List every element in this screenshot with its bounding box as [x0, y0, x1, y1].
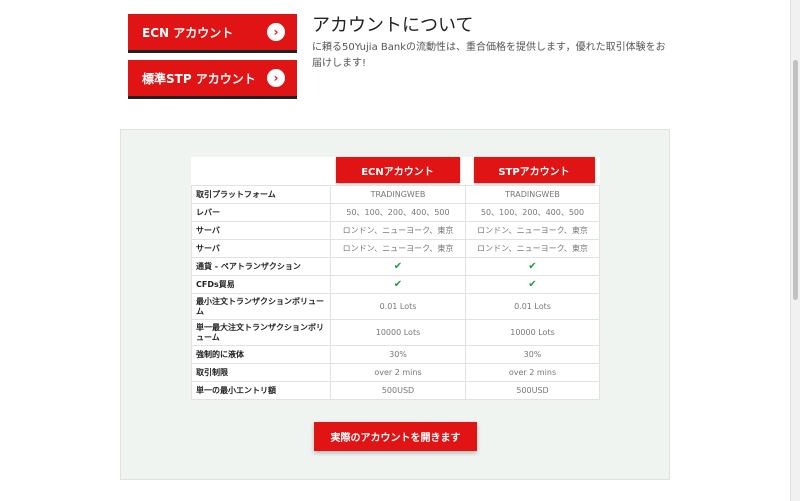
stp-column-header-button[interactable]: STPアカウント: [473, 157, 595, 183]
row-label: 単一最大注文トランザクションボリューム: [191, 319, 331, 346]
row-label: CFDs貿易: [191, 275, 331, 294]
table-row: サーバ ロンドン、ニューヨーク、東京 ロンドン、ニューヨーク、東京: [191, 239, 600, 258]
row-label: サーバ: [191, 221, 331, 240]
stp-value-cell: over 2 mins: [465, 363, 600, 382]
stp-account-label: 標準STP アカウント: [142, 71, 256, 86]
stp-value-cell: 50、100、200、400、500: [465, 203, 600, 222]
ecn-value-cell: ロンドン、ニューヨーク、東京: [330, 239, 466, 258]
ecn-value-cell: TRADINGWEB: [330, 185, 466, 204]
scrollbar-thumb[interactable]: [793, 60, 798, 300]
ecn-account-button[interactable]: ECN アカウント ›: [128, 14, 297, 50]
row-label: 取引プラットフォーム: [191, 185, 331, 204]
header-blank-cell: [192, 157, 331, 186]
ecn-value-cell: 30%: [330, 345, 466, 364]
stp-value-cell: 500USD: [465, 381, 600, 400]
header-cell: STPアカウント: [466, 157, 600, 186]
stp-value-cell: ロンドン、ニューヨーク、東京: [465, 239, 600, 258]
check-cell: ✔: [465, 257, 600, 276]
about-description: に頼る50Yujia Bankの流動性は、重合価格を提供します，優れた取引体験を…: [312, 42, 666, 69]
chevron-right-icon: ›: [267, 69, 285, 87]
checkmark-icon: ✔: [528, 261, 537, 272]
checkmark-icon: ✔: [528, 279, 537, 290]
page-scrollbar[interactable]: [790, 0, 800, 501]
ecn-column-header-button[interactable]: ECNアカウント: [335, 157, 460, 183]
ecn-value-cell: 500USD: [330, 381, 466, 400]
row-label: 単一の最小エントリ額: [191, 381, 331, 400]
table-row: 最小注文トランザクションボリューム 0.01 Lots 0.01 Lots: [191, 293, 600, 320]
header-cell: ECNアカウント: [331, 157, 466, 186]
table-row: サーバ ロンドン、ニューヨーク、東京 ロンドン、ニューヨーク、東京: [191, 221, 600, 240]
stp-value-cell: ロンドン、ニューヨーク、東京: [465, 221, 600, 240]
row-label: 取引制限: [191, 363, 331, 382]
stp-value-cell: 0.01 Lots: [465, 293, 600, 320]
table-row: 単一最大注文トランザクションボリューム 10000 Lots 10000 Lots: [191, 319, 600, 346]
table-row: 単一の最小エントリ額 500USD 500USD: [191, 381, 600, 400]
table-row: CFDs貿易 ✔ ✔: [191, 275, 600, 294]
ecn-value-cell: 10000 Lots: [330, 319, 466, 346]
stp-value-cell: 10000 Lots: [465, 319, 600, 346]
checkmark-icon: ✔: [393, 261, 403, 272]
check-cell: ✔: [465, 275, 600, 294]
table-row: 取引プラットフォーム TRADINGWEB TRADINGWEB: [191, 185, 600, 204]
ecn-value-cell: 0.01 Lots: [330, 293, 466, 320]
row-label: サーバ: [191, 239, 331, 258]
stp-account-button[interactable]: 標準STP アカウント ›: [128, 60, 297, 96]
page-title: アカウントについて: [312, 15, 474, 36]
row-label: 強制的に液体: [191, 345, 331, 364]
checkmark-icon: ✔: [393, 279, 403, 290]
row-label: 最小注文トランザクションボリューム: [191, 293, 331, 320]
ecn-value-cell: over 2 mins: [330, 363, 466, 382]
comparison-table: ECNアカウント STPアカウント 取引プラットフォーム TRADINGWEB TR…: [191, 157, 600, 400]
stp-value-cell: 30%: [465, 345, 600, 364]
ecn-account-label: ECN アカウント: [142, 25, 234, 40]
check-cell: ✔: [330, 275, 466, 294]
row-label: 通貨 - ペアトランザクション: [191, 257, 331, 276]
check-cell: ✔: [330, 257, 466, 276]
chevron-right-icon: ›: [267, 23, 285, 41]
ecn-value-cell: ロンドン、ニューヨーク、東京: [330, 221, 466, 240]
table-row: 取引制限 over 2 mins over 2 mins: [191, 363, 600, 382]
comparison-table-wrapper: ECNアカウント STPアカウント 取引プラットフォーム TRADINGWEB TR…: [191, 157, 600, 400]
ecn-value-cell: 50、100、200、400、500: [330, 203, 466, 222]
table-row: 通貨 - ペアトランザクション ✔ ✔: [191, 257, 600, 276]
table-row: 強制的に液体 30% 30%: [191, 345, 600, 364]
table-header-row: ECNアカウント STPアカウント: [192, 157, 600, 186]
table-row: レバー 50、100、200、400、500 50、100、200、400、500: [191, 203, 600, 222]
open-real-account-button[interactable]: 実際のアカウントを開きます: [314, 422, 477, 451]
stp-value-cell: TRADINGWEB: [465, 185, 600, 204]
row-label: レバー: [191, 203, 331, 222]
